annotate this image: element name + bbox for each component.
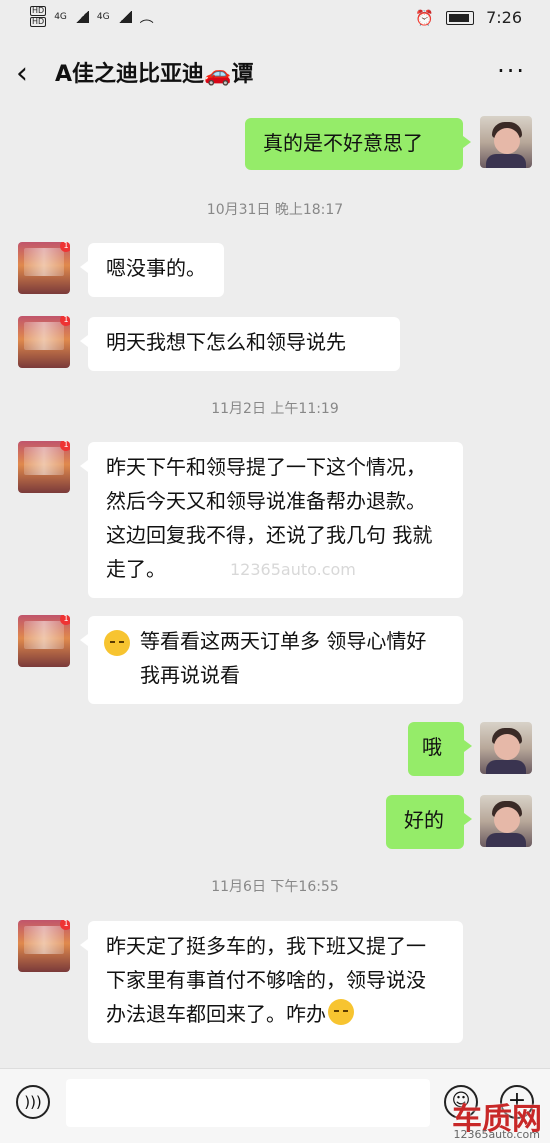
alarm-icon: ⏰ bbox=[415, 8, 435, 27]
battery-icon bbox=[446, 10, 475, 25]
signal-icon bbox=[74, 10, 89, 23]
back-icon[interactable]: ‹ bbox=[16, 54, 28, 94]
message-bubble[interactable]: 真的是不好意思了 bbox=[245, 118, 471, 170]
avatar[interactable]: 1 bbox=[18, 242, 70, 294]
message-bubble[interactable]: 昨天定了挺多车的，我下班又提了一下家里有事首付不够啥的，领导说没办法退车都回来了… bbox=[80, 921, 463, 1043]
avatar[interactable]: 1 bbox=[18, 615, 70, 667]
timestamp: 11月6日 下午16:55 bbox=[211, 879, 339, 895]
wifi-icon: ︵ bbox=[139, 9, 154, 26]
timestamp: 10月31日 晚上18:17 bbox=[206, 202, 344, 218]
message-text: 等看看这两天订单多 领导心情好我再说说看 bbox=[140, 629, 427, 687]
hd-icon: HD bbox=[30, 6, 47, 16]
timestamp: 11月2日 上午11:19 bbox=[211, 401, 339, 417]
signal-label: 4G bbox=[54, 11, 67, 22]
sweat-emoji-icon bbox=[328, 999, 354, 1025]
sweat-emoji-icon bbox=[104, 630, 130, 656]
avatar[interactable]: 1 bbox=[18, 441, 70, 493]
avatar[interactable] bbox=[480, 722, 532, 774]
avatar[interactable] bbox=[480, 795, 532, 847]
more-icon[interactable]: ··· bbox=[497, 56, 526, 86]
message-input[interactable] bbox=[66, 1079, 430, 1127]
avatar[interactable] bbox=[480, 116, 532, 168]
signal-icon bbox=[117, 10, 132, 23]
watermark-url: 12365auto.com bbox=[453, 1128, 540, 1141]
chat-title: A佳之迪比亚迪🚗谭 bbox=[55, 62, 254, 87]
avatar[interactable]: 1 bbox=[18, 316, 70, 368]
clock: 7:26 bbox=[486, 8, 522, 27]
status-bar: HD HD 4G 4G ︵ ⏰ 7:26 bbox=[0, 0, 550, 40]
message-text: 昨天定了挺多车的，我下班又提了一下家里有事首付不够啥的，领导说没办法退车都回来了… bbox=[106, 934, 426, 1026]
chat-header: ‹ A佳之迪比亚迪🚗谭 ··· bbox=[0, 40, 550, 108]
message-bubble[interactable]: 好的 bbox=[386, 795, 472, 849]
signal-label: 4G bbox=[96, 11, 110, 22]
message-bubble[interactable]: 哦 bbox=[408, 722, 472, 776]
message-bubble[interactable]: 等看看这两天订单多 领导心情好我再说说看 bbox=[80, 616, 463, 704]
message-bubble[interactable]: 明天我想下怎么和领导说先 bbox=[80, 317, 400, 371]
watermark-text: 12365auto.com bbox=[230, 560, 356, 579]
voice-icon[interactable]: ))) bbox=[16, 1085, 50, 1119]
avatar[interactable]: 1 bbox=[18, 920, 70, 972]
message-bubble[interactable]: 嗯没事的。 bbox=[80, 243, 224, 297]
hd-icon: HD bbox=[30, 17, 47, 27]
